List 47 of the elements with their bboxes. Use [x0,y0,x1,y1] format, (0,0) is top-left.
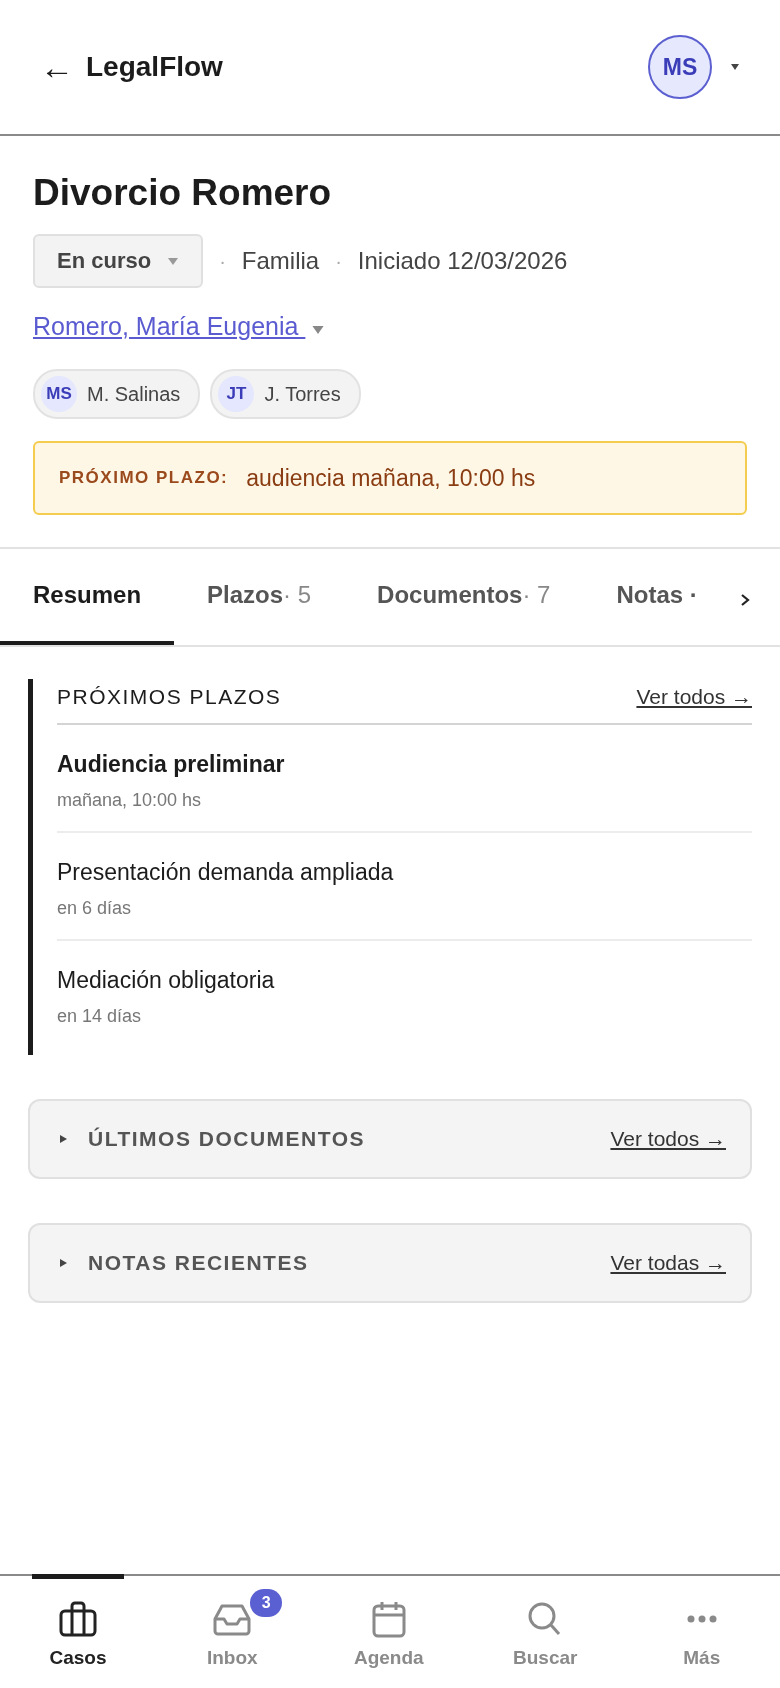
app-name: LegalFlow [86,51,223,83]
caret-icon [311,325,326,335]
team-member-chip[interactable]: JT J. Torres [210,369,361,419]
section-title: PRÓXIMOS PLAZOS [57,685,282,709]
member-name: M. Salinas [87,382,181,406]
deadline-time: en 14 días [57,1006,143,1027]
member-avatar: MS [41,376,77,412]
briefcase-icon [58,1599,98,1638]
collapsed-section[interactable]: NOTAS RECIENTES Ver todas → [28,1223,752,1303]
expand-caret-icon[interactable] [58,1258,68,1268]
section-title: ÚLTIMOS DOCUMENTOS [88,1127,366,1151]
count-badge: 3 [250,1588,283,1617]
separator-dot: · [335,249,342,273]
caret-icon [167,256,180,266]
calendar-icon [370,1599,407,1638]
nav-item[interactable]: 3 Inbox [154,1574,311,1688]
section-title: NOTAS RECIENTES [88,1251,309,1275]
nav-item[interactable]: Casos [32,1574,124,1688]
caret-icon[interactable] [730,63,740,71]
collapsed-section[interactable]: ÚLTIMOS DOCUMENTOS Ver todos → [28,1099,752,1179]
tab[interactable]: Documentos· 7 [344,549,584,645]
member-avatar: JT [218,376,255,412]
see-all-link[interactable]: Ver todos → [636,685,752,709]
deadline-time: mañana, 10:00 hs [57,790,203,811]
deadline-title[interactable]: Audiencia preliminar [57,751,752,778]
tab[interactable]: Notas · [583,549,731,645]
back-arrow[interactable]: ← [40,50,74,84]
client-link[interactable]: Romero, María Eugenia [33,312,326,341]
status-dropdown[interactable]: En curso [33,234,204,288]
tab[interactable]: Resumen [0,549,175,645]
expand-caret-icon[interactable] [58,1134,68,1144]
team-member-chip[interactable]: MS M. Salinas [33,369,201,419]
more-icon [685,1613,718,1624]
deadline-title[interactable]: Presentación demanda ampliada [57,859,752,886]
case-title: Divorcio Romero [33,172,333,214]
deadline-title[interactable]: Mediación obligatoria [57,967,752,994]
see-all-link[interactable]: Ver todas → [610,1251,726,1275]
case-area: Familia [241,247,320,275]
deadline-time: en 6 días [57,898,133,919]
alert-text: audiencia mañana, 10:00 hs [246,464,536,492]
member-name: J. Torres [264,382,341,406]
separator-dot: · [219,249,226,273]
case-start-date: Iniciado 12/03/2026 [357,247,568,275]
see-all-link[interactable]: Ver todos → [610,1127,726,1151]
tab[interactable]: Plazos· 5 [174,549,345,645]
alert-label: PRÓXIMO PLAZO: [59,468,229,488]
user-avatar[interactable]: MS [648,35,712,99]
